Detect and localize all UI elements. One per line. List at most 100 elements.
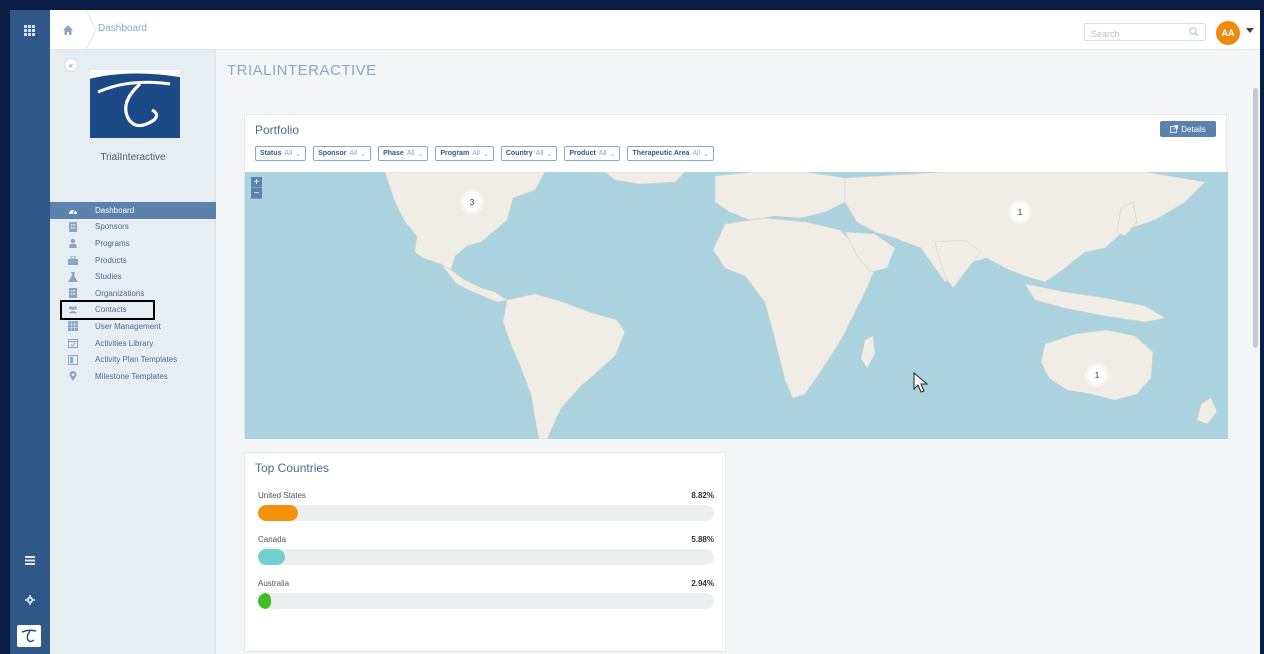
filter-label: Phase <box>383 150 404 157</box>
user-management-icon <box>68 321 78 332</box>
filter-product[interactable]: Product All ⌄ <box>564 146 621 161</box>
list-icon <box>25 555 35 565</box>
filter-label: Therapeutic Area <box>632 150 690 157</box>
country-name: Australia <box>258 579 290 588</box>
chevron-down-icon: ⌄ <box>360 150 367 158</box>
sidebar-item-activity-plan-templates[interactable]: Activity Plan Templates <box>50 351 216 368</box>
contacts-highlight-box <box>60 300 155 320</box>
sidebar-item-label: Sponsors <box>95 222 129 232</box>
sidebar-item-label: Milestone Templates <box>95 371 168 381</box>
filter-phase[interactable]: Phase All ⌄ <box>378 146 429 161</box>
map-marker-icon <box>68 371 78 382</box>
search-icon[interactable] <box>1189 27 1199 37</box>
gear-icon <box>25 595 35 605</box>
programs-icon <box>68 238 78 249</box>
sidebar-item-label: User Management <box>95 321 161 331</box>
sidebar-item-programs[interactable]: Programs <box>50 235 216 252</box>
sidebar-item-label: Activity Plan Templates <box>95 355 178 365</box>
map-zoom-control: + − <box>251 177 262 199</box>
country-name: Canada <box>258 535 287 544</box>
app-menu-button[interactable] <box>10 10 50 50</box>
home-icon[interactable] <box>62 24 74 36</box>
filter-value: All <box>692 150 701 157</box>
map-cluster-australia[interactable]: 1 <box>1088 366 1106 384</box>
country-name: United States <box>258 491 307 500</box>
chevron-down-icon[interactable] <box>1246 28 1254 33</box>
search-box[interactable] <box>1084 23 1206 42</box>
sidebar-item-sponsors[interactable]: Sponsors <box>50 219 216 236</box>
sidebar: « TrialInteractive Dashboard Sponsors Pr… <box>50 50 216 654</box>
sponsors-icon <box>68 221 78 232</box>
country-progress-track <box>258 549 714 565</box>
filter-status[interactable]: Status All ⌄ <box>255 146 307 161</box>
chevron-down-icon: ⌄ <box>609 150 616 158</box>
mouse-cursor-icon <box>913 372 929 393</box>
settings-button[interactable] <box>10 588 50 612</box>
top-bar: Dashboard AA <box>10 10 1260 50</box>
world-map-landmass <box>384 172 1218 439</box>
dashboard-icon <box>68 205 78 215</box>
sidebar-item-label: Dashboard <box>95 205 135 215</box>
map-cluster-north-america[interactable]: 3 <box>463 193 481 211</box>
top-countries-card: Top Countries United States 8.82% Canada… <box>244 452 726 652</box>
filter-country[interactable]: Country All ⌄ <box>500 146 558 161</box>
zoom-out-button[interactable]: − <box>251 188 262 199</box>
country-progress-fill <box>258 505 299 521</box>
filter-program[interactable]: Program All ⌄ <box>435 146 494 161</box>
sidebar-item-dashboard[interactable]: Dashboard <box>50 202 216 219</box>
sidebar-item-activities-library[interactable]: Activities Library <box>50 335 216 352</box>
sidebar-item-user-management[interactable]: User Management <box>50 318 216 335</box>
breadcrumb[interactable]: Dashboard <box>98 23 147 34</box>
country-progress-track <box>258 505 714 521</box>
external-link-icon <box>1170 125 1179 133</box>
filter-value: All <box>349 150 358 157</box>
trialinteractive-logo <box>90 70 180 138</box>
chevron-down-icon: ⌄ <box>295 150 302 158</box>
details-label: Details <box>1181 124 1206 134</box>
left-rail <box>10 50 50 654</box>
page-scrollbar[interactable] <box>1253 88 1258 348</box>
filter-bar: Status All ⌄ Sponsor All ⌄ Phase All ⌄ Program… <box>255 146 715 161</box>
chevron-down-icon: ⌄ <box>482 150 489 158</box>
country-progress-fill <box>258 549 285 565</box>
filter-label: Product <box>569 150 596 157</box>
page-title: TRIALINTERACTIVE <box>227 62 377 79</box>
sidebar-item-label: Studies <box>95 272 122 282</box>
country-progress-fill <box>258 593 272 609</box>
brand-logo-small[interactable] <box>17 625 41 647</box>
country-percent: 8.82% <box>691 491 714 500</box>
filter-therapeutic-area[interactable]: Therapeutic Area All ⌄ <box>627 146 715 161</box>
chevron-down-icon: ⌄ <box>417 150 424 158</box>
filter-sponsor[interactable]: Sponsor All ⌄ <box>313 146 372 161</box>
map-cluster-asia[interactable]: 1 <box>1011 203 1029 221</box>
calendar-check-icon <box>68 338 78 349</box>
country-percent: 5.88% <box>691 535 714 544</box>
filter-label: Status <box>260 150 282 157</box>
sidebar-item-milestone-templates[interactable]: Milestone Templates <box>50 368 216 385</box>
search-input[interactable] <box>1085 26 1181 42</box>
studies-icon <box>68 271 78 282</box>
sidebar-item-products[interactable]: Products <box>50 252 216 269</box>
organizations-icon <box>68 288 78 299</box>
breadcrumb-separator <box>85 10 97 50</box>
sidebar-item-label: Programs <box>95 238 130 248</box>
chevron-down-icon: ⌄ <box>703 150 710 158</box>
top-countries-title: Top Countries <box>255 461 330 475</box>
chevron-down-icon: ⌄ <box>546 150 553 158</box>
avatar[interactable]: AA <box>1216 21 1240 45</box>
filter-label: Country <box>505 150 533 157</box>
zoom-in-button[interactable]: + <box>251 177 262 188</box>
filter-value: All <box>284 150 293 157</box>
portfolio-title: Portfolio <box>255 123 300 137</box>
world-map[interactable]: + − 3 1 1 <box>245 172 1228 439</box>
collapse-sidebar-button[interactable]: « <box>64 58 78 72</box>
brand-name: TrialInteractive <box>100 152 166 163</box>
details-button[interactable]: Details <box>1160 121 1216 137</box>
filter-label: Sponsor <box>318 150 347 157</box>
portfolio-card: Portfolio Details Status All ⌄ Sponsor All ⌄… <box>244 114 1228 439</box>
products-icon <box>68 255 78 265</box>
list-view-button[interactable] <box>10 548 50 572</box>
sidebar-item-studies[interactable]: Studies <box>50 268 216 285</box>
filter-value: All <box>472 150 480 157</box>
grid-icon <box>24 25 36 36</box>
